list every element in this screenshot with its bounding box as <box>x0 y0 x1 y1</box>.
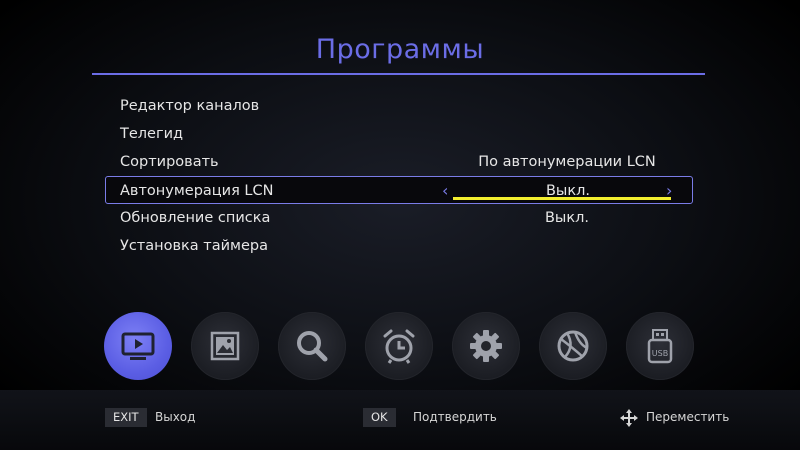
chevron-right-icon[interactable]: › <box>666 177 672 205</box>
menu-item-lcn-autonumbering[interactable]: Автонумерация LCN ‹ Выкл. › <box>105 176 693 204</box>
exit-key-badge[interactable]: EXIT <box>105 408 147 427</box>
value-highlight-bar <box>453 197 671 200</box>
move-hint-label: Переместить <box>646 410 730 424</box>
chevron-left-icon[interactable]: ‹ <box>442 177 448 205</box>
gear-icon <box>470 330 502 362</box>
ok-hint-label: Подтвердить <box>413 410 497 424</box>
menu-item-label: Обновление списка <box>120 210 271 226</box>
category-search-button[interactable] <box>278 312 346 380</box>
menu-item-tv-guide[interactable]: Телегид <box>105 120 693 148</box>
svg-text:USB: USB <box>652 349 668 358</box>
category-network-button[interactable] <box>539 312 607 380</box>
exit-hint-label: Выход <box>155 410 196 424</box>
tv-icon <box>121 332 155 360</box>
category-usb-button[interactable]: USB <box>626 312 694 380</box>
category-timer-button[interactable] <box>365 312 433 380</box>
menu-item-value: Выкл. <box>545 183 591 199</box>
menu-item-sort[interactable]: Сортировать По автонумерации LCN <box>105 148 693 176</box>
globe-ball-icon <box>557 330 589 362</box>
menu-item-label: Сортировать <box>120 154 219 170</box>
menu-item-label: Телегид <box>120 126 184 142</box>
alarm-clock-icon <box>383 329 415 364</box>
settings-menu: Редактор каналов Телегид Сортировать По … <box>105 92 693 260</box>
search-icon <box>297 331 328 362</box>
menu-item-timer-setup[interactable]: Установка таймера <box>105 232 693 260</box>
category-image-button[interactable] <box>191 312 259 380</box>
menu-item-list-update[interactable]: Обновление списка Выкл. <box>105 204 693 232</box>
menu-item-channel-editor[interactable]: Редактор каналов <box>105 92 693 120</box>
category-icon-bar: USB <box>104 312 696 380</box>
footer-hints: EXIT Выход OK Подтвердить Переместить <box>0 408 800 430</box>
picture-icon <box>210 331 240 361</box>
category-programs-button[interactable] <box>104 312 172 380</box>
menu-item-label: Автонумерация LCN <box>120 183 274 199</box>
title-divider <box>92 73 705 75</box>
menu-item-label: Редактор каналов <box>120 98 260 114</box>
menu-item-value: По автонумерации LCN <box>478 154 656 170</box>
move-arrows-icon <box>620 409 638 427</box>
page-title: Программы <box>315 34 485 65</box>
menu-item-value: Выкл. <box>544 210 590 226</box>
category-settings-button[interactable] <box>452 312 520 380</box>
menu-item-label: Установка таймера <box>120 238 268 254</box>
ok-key-badge[interactable]: OK <box>363 408 396 427</box>
usb-icon: USB <box>647 329 673 364</box>
